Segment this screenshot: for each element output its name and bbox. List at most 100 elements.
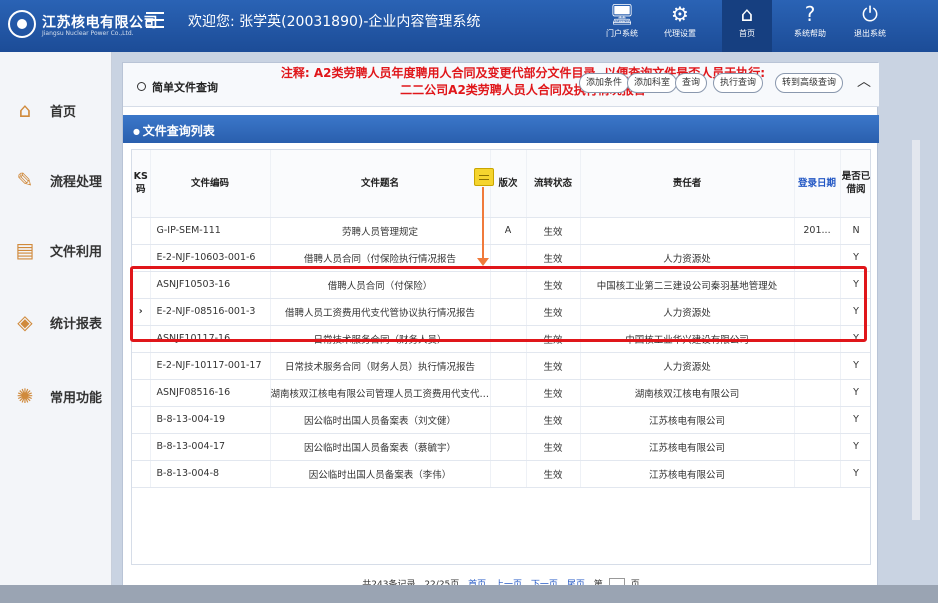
column-header-status[interactable]: 流转状态 (526, 150, 581, 218)
menu-toggle-icon[interactable] (146, 12, 164, 28)
row-indicator (132, 433, 151, 461)
table-row[interactable]: G-IP-SEM-111 劳聘人员管理规定 A 生效 201... N (132, 217, 870, 245)
column-header-owner[interactable]: 责任者 (580, 150, 795, 218)
cell-flag: Y (840, 271, 870, 299)
document-icon: ▤ (15, 238, 35, 262)
sidebar-item-statistics[interactable]: ◈ 统计报表 (0, 292, 112, 352)
sidebar-item-workflow[interactable]: ✎ 流程处理 (0, 150, 112, 210)
table-row[interactable]: ASNJF10117-16 日常技术服务合同（财务人员） 生效 中国核工业华兴建设有限… (132, 325, 870, 353)
query-button[interactable]: 查询 (675, 73, 708, 93)
cell-title[interactable]: 因公临时出国人员备案表（刘文健） (270, 406, 491, 434)
row-indicator (132, 352, 151, 380)
cell-owner: 江苏核电有限公司 (580, 460, 795, 488)
column-header-borrowed[interactable]: 是否已借阅 (840, 150, 870, 218)
cell-owner: 江苏核电有限公司 (580, 433, 795, 461)
table-row[interactable]: ASNJF08516-16 湖南核双江核电有限公司管理人员工资费用代支代管协议 生效… (132, 379, 870, 407)
table-row[interactable]: B-8-13-004-17 因公临时出国人员备案表（蔡毓宇） 生效 江苏核电有限公司 Y (132, 433, 870, 461)
table-row[interactable]: B-8-13-004-8 因公临时出国人员备案表（李伟） 生效 江苏核电有限公司 Y (132, 460, 870, 488)
table-row[interactable]: ASNJF10503-16 借聘人员合同（付保险） 生效 中国核工业第二三建设公司秦羽… (132, 271, 870, 299)
table-header-row: KS 码 文件编码 文件题名 版次 流转状态 责任者 登录日期 是否已借阅 (132, 150, 870, 218)
cell-code[interactable]: G-IP-SEM-111 (150, 217, 271, 245)
cell-status: 生效 (526, 271, 581, 299)
cell-title[interactable]: 日常技术服务合同（财务人员）执行情况报告 (270, 352, 491, 380)
file-list-title: 文件查询列表 (133, 122, 215, 139)
note-icon[interactable] (474, 168, 494, 186)
cell-code[interactable]: B-8-13-004-19 (150, 406, 271, 434)
cell-title[interactable]: 日常技术服务合同（财务人员） (270, 325, 491, 353)
home-label: 首页 (739, 29, 755, 38)
sidebar-item-home[interactable]: ⌂ 首页 (0, 80, 112, 140)
cell-date (794, 379, 841, 407)
cell-status: 生效 (526, 352, 581, 380)
add-department-button[interactable]: 添加科室 (627, 73, 678, 93)
cell-code[interactable]: ASNJF10117-16 (150, 325, 271, 353)
add-condition-button[interactable]: 添加条件 (579, 73, 630, 93)
cell-version (490, 325, 527, 353)
help-label: 系统帮助 (794, 29, 826, 38)
cell-owner: 人力资源处 (580, 244, 795, 272)
cell-code[interactable]: B-8-13-004-8 (150, 460, 271, 488)
cell-title[interactable]: 湖南核双江核电有限公司管理人员工资费用代支代管协议 (270, 379, 491, 407)
cell-owner: 中国核工业第二三建设公司秦羽基地管理处 (580, 271, 795, 299)
row-indicator (132, 406, 151, 434)
cell-date (794, 433, 841, 461)
proxy-settings-button[interactable]: ⚙ 代理设置 (652, 0, 708, 52)
cell-status: 生效 (526, 460, 581, 488)
cell-code[interactable]: E-2-NJF-10603-001-6 (150, 244, 271, 272)
row-indicator: › (132, 298, 151, 326)
cell-flag: Y (840, 379, 870, 407)
cell-code[interactable]: B-8-13-004-17 (150, 433, 271, 461)
cell-version (490, 406, 527, 434)
cell-code[interactable]: E-2-NJF-10117-001-17 (150, 352, 271, 380)
cell-title[interactable]: 因公临时出国人员备案表（李伟） (270, 460, 491, 488)
main-panel: 简单文件查询 注释: A2类劳聘人员年度聘用人合同及变更代部分文件目录, 以便查… (122, 62, 879, 602)
table-row[interactable]: › E-2-NJF-08516-001-3 借聘人员工资费用代支代管协议执行情况报告… (132, 298, 870, 326)
column-header-ks[interactable]: KS 码 (132, 150, 151, 218)
cell-version: A (490, 217, 527, 245)
cell-flag: Y (840, 298, 870, 326)
home-button[interactable]: ⌂ 首页 (722, 0, 772, 52)
cell-code[interactable]: E-2-NJF-08516-001-3 (150, 298, 271, 326)
cell-status: 生效 (526, 379, 581, 407)
cell-flag: Y (840, 433, 870, 461)
execute-query-button[interactable]: 执行查询 (713, 73, 764, 93)
cell-owner: 中国核工业华兴建设有限公司 (580, 325, 795, 353)
cell-version (490, 244, 527, 272)
cell-title[interactable]: 劳聘人员管理规定 (270, 217, 491, 245)
row-indicator (132, 460, 151, 488)
cell-title[interactable]: 因公临时出国人员备案表（蔡毓宇） (270, 433, 491, 461)
cell-flag: Y (840, 460, 870, 488)
column-header-version[interactable]: 版次 (490, 150, 527, 218)
cell-owner (580, 217, 795, 245)
help-icon: ? (804, 2, 816, 26)
cell-date (794, 298, 841, 326)
collapse-icon[interactable]: ︿ (857, 71, 871, 91)
logout-button[interactable]: ⏻ 退出系统 (842, 0, 898, 52)
table-row[interactable]: E-2-NJF-10117-001-17 日常技术服务合同（财务人员）执行情况报告… (132, 352, 870, 380)
column-header-code[interactable]: 文件编码 (150, 150, 271, 218)
cell-title[interactable]: 借聘人员工资费用代支代管协议执行情况报告 (270, 298, 491, 326)
vertical-scrollbar[interactable] (912, 140, 920, 520)
row-indicator (132, 244, 151, 272)
cell-flag: N (840, 217, 870, 245)
pen-icon: ✎ (16, 168, 34, 192)
cell-owner: 人力资源处 (580, 352, 795, 380)
portal-button[interactable]: 🖥 门户系统 (594, 0, 650, 52)
sidebar-item-common[interactable]: ✺ 常用功能 (0, 366, 112, 426)
table-row[interactable]: B-8-13-004-19 因公临时出国人员备案表（刘文健） 生效 江苏核电有限公司 Y (132, 406, 870, 434)
help-button[interactable]: ? 系统帮助 (782, 0, 838, 52)
top-header: 江苏核电有限公司 Jiangsu Nuclear Power Co.,Ltd. … (0, 0, 938, 52)
company-name: 江苏核电有限公司 (42, 15, 158, 31)
cell-flag: Y (840, 244, 870, 272)
sidebar-item-file-use[interactable]: ▤ 文件利用 (0, 220, 112, 280)
table-row[interactable]: E-2-NJF-10603-001-6 借聘人员合同（付保险执行情况报告 生效 人力资… (132, 244, 870, 272)
cell-flag: Y (840, 406, 870, 434)
cell-title[interactable]: 借聘人员合同（付保险执行情况报告 (270, 244, 491, 272)
cell-date (794, 325, 841, 353)
column-header-title[interactable]: 文件题名 (270, 150, 491, 218)
cell-title[interactable]: 借聘人员合同（付保险） (270, 271, 491, 299)
cell-code[interactable]: ASNJF10503-16 (150, 271, 271, 299)
cell-code[interactable]: ASNJF08516-16 (150, 379, 271, 407)
column-header-date[interactable]: 登录日期 (794, 150, 841, 218)
advanced-query-button[interactable]: 转到高级查询 (775, 73, 844, 93)
